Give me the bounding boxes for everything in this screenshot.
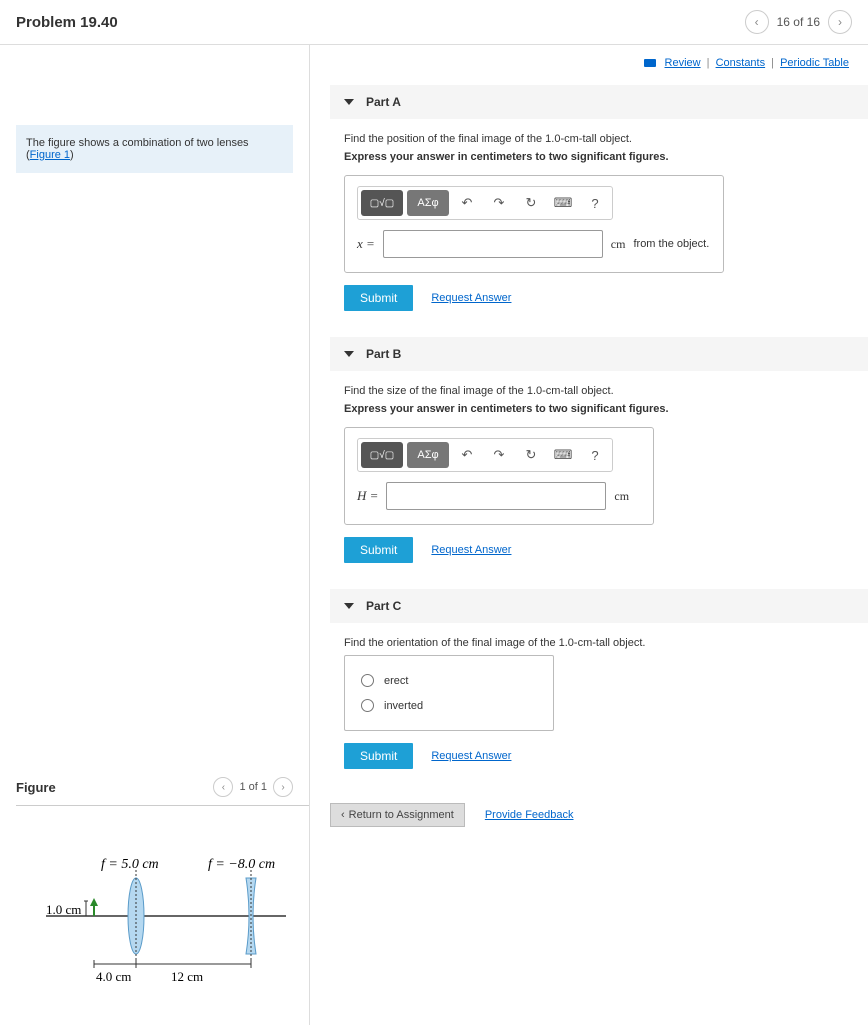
figure-title: Figure bbox=[16, 780, 56, 795]
redo-button[interactable]: ↷ bbox=[485, 442, 513, 468]
constants-link[interactable]: Constants bbox=[716, 57, 766, 69]
part-c-header[interactable]: Part C bbox=[330, 589, 868, 623]
separator: | bbox=[707, 57, 713, 69]
part-c-radio-box: erect inverted bbox=[344, 655, 554, 731]
figure-prev-button[interactable]: ‹ bbox=[213, 777, 233, 797]
problem-counter: 16 of 16 bbox=[777, 15, 820, 29]
return-label: Return to Assignment bbox=[349, 809, 454, 821]
part-a-instructions: Express your answer in centimeters to tw… bbox=[344, 151, 852, 163]
part-a-answer-box: ▢√▢ ΑΣφ ↶ ↷ ↻ ⌨ ? x = cm from the object… bbox=[344, 175, 724, 273]
part-c-question: Find the orientation of the final image … bbox=[344, 637, 852, 649]
part-a-label: Part A bbox=[366, 95, 401, 109]
reset-button[interactable]: ↻ bbox=[517, 442, 545, 468]
top-links: Review | Constants | Periodic Table bbox=[310, 45, 868, 77]
part-b-unit: cm bbox=[614, 489, 629, 504]
figure-header: Figure ‹ 1 of 1 › bbox=[0, 769, 309, 805]
caret-down-icon bbox=[344, 99, 354, 105]
part-a-request-answer-link[interactable]: Request Answer bbox=[431, 292, 511, 304]
part-b-instructions: Express your answer in centimeters to tw… bbox=[344, 403, 852, 415]
part-c-actions: Submit Request Answer bbox=[344, 743, 852, 769]
part-b-label: Part B bbox=[366, 347, 401, 361]
periodic-table-link[interactable]: Periodic Table bbox=[780, 57, 849, 69]
undo-button[interactable]: ↶ bbox=[453, 442, 481, 468]
template-tool-button[interactable]: ▢√▢ bbox=[361, 190, 403, 216]
help-button[interactable]: ? bbox=[581, 442, 609, 468]
next-problem-button[interactable]: › bbox=[828, 10, 852, 34]
math-toolbar: ▢√▢ ΑΣφ ↶ ↷ ↻ ⌨ ? bbox=[357, 438, 613, 472]
part-a-question: Find the position of the final image of … bbox=[344, 133, 852, 145]
part-b-question: Find the size of the final image of the … bbox=[344, 385, 852, 397]
part-c-request-answer-link[interactable]: Request Answer bbox=[431, 750, 511, 762]
radio-inverted[interactable]: inverted bbox=[361, 693, 537, 718]
radio-erect-input[interactable] bbox=[361, 674, 374, 687]
caret-down-icon bbox=[344, 351, 354, 357]
dist2-label: 12 cm bbox=[171, 969, 203, 984]
lens2-f-label: f = −8.0 cm bbox=[208, 857, 275, 872]
part-b-actions: Submit Request Answer bbox=[344, 537, 852, 563]
math-toolbar: ▢√▢ ΑΣφ ↶ ↷ ↻ ⌨ ? bbox=[357, 186, 613, 220]
figure-next-button[interactable]: › bbox=[273, 777, 293, 797]
figure-counter: 1 of 1 bbox=[239, 781, 267, 793]
review-icon bbox=[644, 59, 656, 67]
prompt-text-after: ) bbox=[70, 149, 74, 161]
part-b-input[interactable] bbox=[386, 482, 606, 510]
part-a-actions: Submit Request Answer bbox=[344, 285, 852, 311]
radio-inverted-input[interactable] bbox=[361, 699, 374, 712]
part-b-variable: H = bbox=[357, 488, 378, 504]
part-c-submit-button[interactable]: Submit bbox=[344, 743, 413, 769]
keyboard-button[interactable]: ⌨ bbox=[549, 190, 577, 216]
template-tool-button[interactable]: ▢√▢ bbox=[361, 442, 403, 468]
figure-body: f = 5.0 cm f = −8.0 cm 1.0 cm 4.0 cm 12 … bbox=[16, 805, 309, 1025]
part-b-answer-line: H = cm bbox=[357, 482, 641, 510]
part-b-answer-box: ▢√▢ ΑΣφ ↶ ↷ ↻ ⌨ ? H = cm bbox=[344, 427, 654, 525]
main-content: The figure shows a combination of two le… bbox=[0, 45, 868, 1025]
part-b-body: Find the size of the final image of the … bbox=[310, 371, 868, 581]
part-b-header[interactable]: Part B bbox=[330, 337, 868, 371]
part-a-input[interactable] bbox=[383, 230, 603, 258]
help-button[interactable]: ? bbox=[581, 190, 609, 216]
part-a-unit: cm bbox=[611, 237, 626, 252]
reset-button[interactable]: ↻ bbox=[517, 190, 545, 216]
caret-down-icon bbox=[344, 603, 354, 609]
figure-link[interactable]: Figure 1 bbox=[30, 149, 70, 161]
object-height-label: 1.0 cm bbox=[46, 902, 81, 917]
part-b-request-answer-link[interactable]: Request Answer bbox=[431, 544, 511, 556]
bottom-row: ‹ Return to Assignment Provide Feedback bbox=[310, 787, 868, 827]
part-c-label: Part C bbox=[366, 599, 401, 613]
provide-feedback-link[interactable]: Provide Feedback bbox=[485, 809, 574, 821]
problem-title: Problem 19.40 bbox=[16, 14, 118, 31]
undo-button[interactable]: ↶ bbox=[453, 190, 481, 216]
top-bar: Problem 19.40 ‹ 16 of 16 › bbox=[0, 0, 868, 45]
part-a-suffix: from the object. bbox=[633, 238, 709, 250]
part-a-header[interactable]: Part A bbox=[330, 85, 868, 119]
part-c-body: Find the orientation of the final image … bbox=[310, 623, 868, 787]
problem-nav: ‹ 16 of 16 › bbox=[745, 10, 852, 34]
return-to-assignment-button[interactable]: ‹ Return to Assignment bbox=[330, 803, 465, 827]
right-column: Review | Constants | Periodic Table Part… bbox=[310, 45, 868, 1025]
dist1-label: 4.0 cm bbox=[96, 969, 131, 984]
greek-tool-button[interactable]: ΑΣφ bbox=[407, 442, 449, 468]
radio-erect-label: erect bbox=[384, 675, 408, 687]
problem-prompt: The figure shows a combination of two le… bbox=[16, 125, 293, 173]
review-link[interactable]: Review bbox=[665, 57, 701, 69]
part-a-variable: x = bbox=[357, 236, 375, 252]
part-a-submit-button[interactable]: Submit bbox=[344, 285, 413, 311]
figure-section: Figure ‹ 1 of 1 › bbox=[0, 769, 309, 1025]
radio-inverted-label: inverted bbox=[384, 700, 423, 712]
greek-tool-button[interactable]: ΑΣφ bbox=[407, 190, 449, 216]
part-a-answer-line: x = cm from the object. bbox=[357, 230, 711, 258]
prev-problem-button[interactable]: ‹ bbox=[745, 10, 769, 34]
lens1-f-label: f = 5.0 cm bbox=[101, 857, 159, 872]
left-column: The figure shows a combination of two le… bbox=[0, 45, 310, 1025]
part-a-body: Find the position of the final image of … bbox=[310, 119, 868, 329]
radio-erect[interactable]: erect bbox=[361, 668, 537, 693]
part-b-submit-button[interactable]: Submit bbox=[344, 537, 413, 563]
lens-diagram: f = 5.0 cm f = −8.0 cm 1.0 cm 4.0 cm 12 … bbox=[16, 806, 296, 1006]
keyboard-button[interactable]: ⌨ bbox=[549, 442, 577, 468]
separator: | bbox=[771, 57, 777, 69]
chevron-left-icon: ‹ bbox=[341, 809, 345, 821]
redo-button[interactable]: ↷ bbox=[485, 190, 513, 216]
figure-nav: ‹ 1 of 1 › bbox=[213, 777, 293, 797]
